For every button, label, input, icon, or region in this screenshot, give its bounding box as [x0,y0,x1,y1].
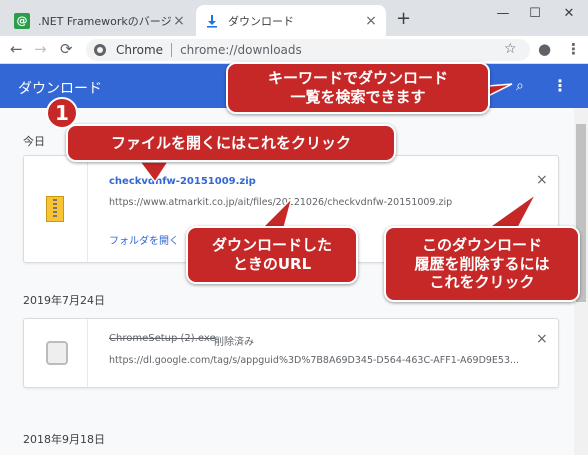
search-callout: キーワードでダウンロード 一覧を検索できます [226,62,490,114]
step-number-badge: 1 [46,97,78,129]
url-callout: ダウンロードした ときのURL [186,226,358,284]
open-file-callout: ファイルを開くにはこれをクリック [66,124,396,162]
delete-callout: このダウンロード 履歴を削除するには これをクリック [384,226,580,302]
